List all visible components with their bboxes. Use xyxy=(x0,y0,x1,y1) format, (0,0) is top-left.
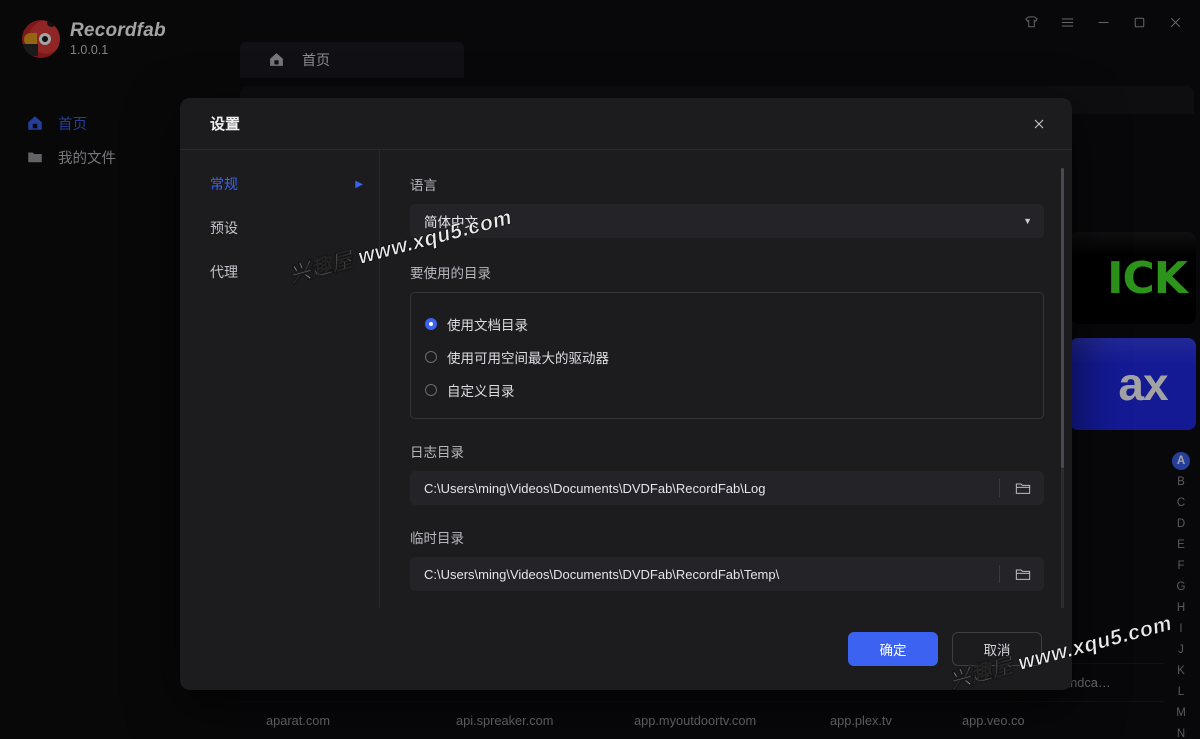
tab-general[interactable]: 常规 ▶ xyxy=(180,162,379,206)
log-dir-value: C:\Users\ming\Videos\Documents\DVDFab\Re… xyxy=(424,480,766,496)
language-value: 简体中文 xyxy=(424,215,478,230)
divider xyxy=(999,565,1000,583)
tab-general-label: 常规 xyxy=(210,176,238,192)
temp-dir-value: C:\Users\ming\Videos\Documents\DVDFab\Re… xyxy=(424,566,780,582)
radio-use-largest-drive[interactable]: 使用可用空间最大的驱动器 xyxy=(411,340,1043,373)
temp-dir-field[interactable]: C:\Users\ming\Videos\Documents\DVDFab\Re… xyxy=(410,557,1044,591)
settings-pane: 语言 简体中文 ▼ 要使用的目录 使用文档目录 使用可用空间最大的驱动器 自定义… xyxy=(380,150,1072,608)
language-label: 语言 xyxy=(410,178,437,193)
dialog-footer: 确定 取消 xyxy=(180,608,1072,690)
scrollbar-thumb[interactable] xyxy=(1061,168,1064,468)
tab-proxy[interactable]: 代理 xyxy=(180,250,379,294)
radio-indicator xyxy=(425,350,437,363)
close-icon[interactable] xyxy=(1024,109,1054,139)
divider xyxy=(999,479,1000,497)
radio-custom-dir[interactable]: 自定义目录 xyxy=(411,373,1043,406)
dialog-header: 设置 xyxy=(180,98,1072,150)
chevron-right-icon: ▶ xyxy=(355,178,363,190)
tab-proxy-label: 代理 xyxy=(210,264,238,280)
temp-dir-label: 临时目录 xyxy=(410,531,464,546)
directory-group-label: 要使用的目录 xyxy=(410,266,491,281)
radio-label: 使用文档目录 xyxy=(447,317,528,333)
language-select[interactable]: 简体中文 ▼ xyxy=(410,204,1044,238)
tab-preset[interactable]: 预设 xyxy=(180,206,379,250)
log-dir-field[interactable]: C:\Users\ming\Videos\Documents\DVDFab\Re… xyxy=(410,471,1044,505)
confirm-button[interactable]: 确定 xyxy=(848,632,938,666)
dialog-body: 常规 ▶ 预设 代理 语言 简体中文 ▼ 要使用的目录 使用文档目录 使用可用空… xyxy=(180,150,1072,608)
cancel-button[interactable]: 取消 xyxy=(952,632,1042,666)
folder-icon[interactable] xyxy=(1006,561,1040,587)
radio-indicator xyxy=(425,317,437,330)
folder-icon[interactable] xyxy=(1006,475,1040,501)
app-window: Recordfab 1.0.0.1 首页 我的文件 首页 ICK ax A B … xyxy=(0,0,1200,739)
settings-tabs: 常规 ▶ 预设 代理 xyxy=(180,150,380,608)
radio-label: 自定义目录 xyxy=(447,383,515,399)
pane-scrollbar[interactable] xyxy=(1061,168,1064,608)
radio-use-documents-dir[interactable]: 使用文档目录 xyxy=(411,307,1043,340)
log-dir-label: 日志目录 xyxy=(410,445,464,460)
page-title: 设置 xyxy=(210,116,241,133)
settings-dialog: 设置 常规 ▶ 预设 代理 语言 简体中文 ▼ 要使用的目录 使用文档目录 使用… xyxy=(180,98,1072,690)
tab-preset-label: 预设 xyxy=(210,220,238,236)
chevron-down-icon: ▼ xyxy=(1023,216,1032,226)
directory-radio-group: 使用文档目录 使用可用空间最大的驱动器 自定义目录 xyxy=(410,292,1044,419)
radio-label: 使用可用空间最大的驱动器 xyxy=(447,350,609,366)
radio-indicator xyxy=(425,383,437,396)
